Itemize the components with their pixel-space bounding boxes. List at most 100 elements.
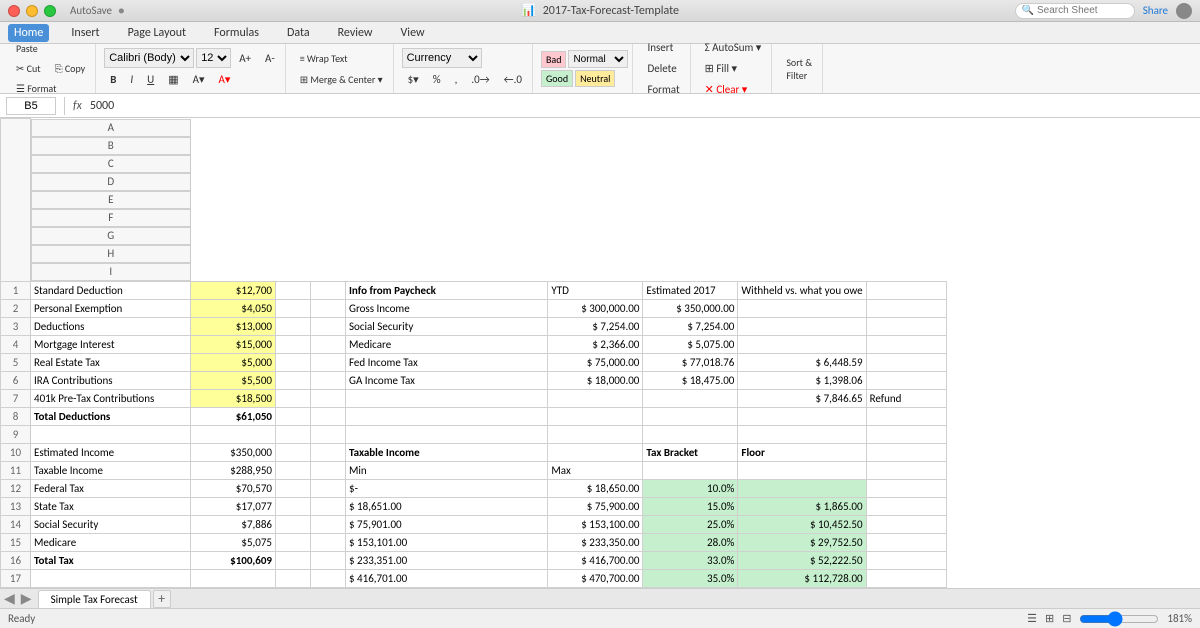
cell-b11[interactable]: $288,950 [191,461,276,479]
cell-d15[interactable] [311,533,346,551]
cell-h4[interactable] [738,335,866,353]
cell-a13[interactable]: State Tax [31,497,191,515]
italic-button[interactable]: I [124,70,139,89]
cell-i12[interactable] [866,479,946,497]
menu-page-layout[interactable]: Page Layout [122,24,192,42]
number-format-select[interactable]: Currency [402,48,482,68]
cell-g18[interactable]: 39.6% [643,587,738,588]
cell-f7[interactable] [548,389,643,407]
cell-h6[interactable]: $ 1,398.06 [738,371,866,389]
insert-cells-button[interactable]: Insert [641,38,685,57]
cell-g5[interactable]: $ 77,018.76 [643,353,738,371]
border-button[interactable]: ▦ [162,70,184,89]
cell-g16[interactable]: 33.0% [643,551,738,569]
decrease-decimal-button[interactable]: ←.0 [498,70,528,89]
cell-f18[interactable]: $ 100,000,000.00 [548,587,643,588]
cell-i15[interactable] [866,533,946,551]
cell-b13[interactable]: $17,077 [191,497,276,515]
cell-h17[interactable]: $ 112,728.00 [738,569,866,587]
cell-a5[interactable]: Real Estate Tax [31,353,191,371]
next-sheet-button[interactable]: ▶ [21,590,32,607]
cell-e13[interactable]: $ 18,651.00 [346,497,548,515]
cell-f14[interactable]: $ 153,100.00 [548,515,643,533]
cell-d17[interactable] [311,569,346,587]
cell-i3[interactable] [866,317,946,335]
sort-filter-button[interactable]: Sort &Filter [780,53,818,85]
cell-h3[interactable] [738,317,866,335]
cell-b18[interactable]: 24.42 [191,587,276,588]
cell-d7[interactable] [311,389,346,407]
cell-f15[interactable]: $ 233,350.00 [548,533,643,551]
cell-d10[interactable] [311,443,346,461]
cell-e18[interactable]: $ 470,701.00 [346,587,548,588]
cell-i14[interactable] [866,515,946,533]
cell-d4[interactable] [311,335,346,353]
cell-h10[interactable]: Floor [738,443,866,461]
cell-a15[interactable]: Medicare [31,533,191,551]
cell-g14[interactable]: 25.0% [643,515,738,533]
merge-center-button[interactable]: ⊞ Merge & Center ▾ [294,70,389,89]
cell-g17[interactable]: 35.0% [643,569,738,587]
copy-button[interactable]: ⎘ Copy [49,59,92,78]
view-page-break-button[interactable]: ⊟ [1062,612,1071,625]
cell-i4[interactable] [866,335,946,353]
cell-c5[interactable] [276,353,311,371]
cell-d1[interactable] [311,281,346,299]
cell-h7[interactable]: $ 7,846.65 [738,389,866,407]
cell-b15[interactable]: $5,075 [191,533,276,551]
cell-h11[interactable] [738,461,866,479]
col-header-g[interactable]: G [31,227,191,245]
cell-c17[interactable] [276,569,311,587]
cell-g10[interactable]: Tax Bracket [643,443,738,461]
cell-d6[interactable] [311,371,346,389]
fill-button[interactable]: ⊞ Fill ▾ [699,59,768,78]
cell-d12[interactable] [311,479,346,497]
cell-b2[interactable]: $4,050 [191,299,276,317]
cell-c7[interactable] [276,389,311,407]
cell-a6[interactable]: IRA Contributions [31,371,191,389]
cell-h9[interactable] [738,425,866,443]
cell-e3[interactable]: Social Security [346,317,548,335]
clear-button[interactable]: ✕ Clear ▾ [699,80,768,99]
cell-f13[interactable]: $ 75,900.00 [548,497,643,515]
cell-i11[interactable] [866,461,946,479]
cell-a4[interactable]: Mortgage Interest [31,335,191,353]
menu-data[interactable]: Data [281,24,316,42]
cell-f3[interactable]: $ 7,254.00 [548,317,643,335]
cell-e14[interactable]: $ 75,901.00 [346,515,548,533]
cell-g7[interactable] [643,389,738,407]
cell-i5[interactable] [866,353,946,371]
cell-g13[interactable]: 15.0% [643,497,738,515]
cell-a7[interactable]: 401k Pre-Tax Contributions [31,389,191,407]
prev-sheet-button[interactable]: ◀ [4,590,15,607]
cell-e17[interactable]: $ 416,701.00 [346,569,548,587]
col-header-b[interactable]: B [31,137,191,155]
wrap-text-button[interactable]: ≡ Wrap Text [294,49,354,68]
cell-h13[interactable]: $ 1,865.00 [738,497,866,515]
col-header-a[interactable]: A [31,119,191,137]
cell-d14[interactable] [311,515,346,533]
cell-c8[interactable] [276,407,311,425]
cell-b14[interactable]: $7,886 [191,515,276,533]
cell-h14[interactable]: $ 10,452.50 [738,515,866,533]
close-button[interactable] [8,5,20,17]
cell-f6[interactable]: $ 18,000.00 [548,371,643,389]
cell-a3[interactable]: Deductions [31,317,191,335]
cell-e2[interactable]: Gross Income [346,299,548,317]
add-sheet-button[interactable]: + [153,590,171,608]
cell-i9[interactable] [866,425,946,443]
cell-a14[interactable]: Social Security [31,515,191,533]
view-layout-button[interactable]: ⊞ [1045,612,1054,625]
cell-g12[interactable]: 10.0% [643,479,738,497]
fill-color-button[interactable]: A▾ [187,70,211,89]
cell-f8[interactable] [548,407,643,425]
col-header-i[interactable]: I [31,263,191,281]
format-button[interactable]: ☰ Format [10,79,91,98]
cell-c9[interactable] [276,425,311,443]
cell-e11[interactable]: Min [346,461,548,479]
cell-c2[interactable] [276,299,311,317]
cell-c11[interactable] [276,461,311,479]
dollar-button[interactable]: $▾ [402,70,425,89]
cell-e6[interactable]: GA Income Tax [346,371,548,389]
cell-i6[interactable] [866,371,946,389]
